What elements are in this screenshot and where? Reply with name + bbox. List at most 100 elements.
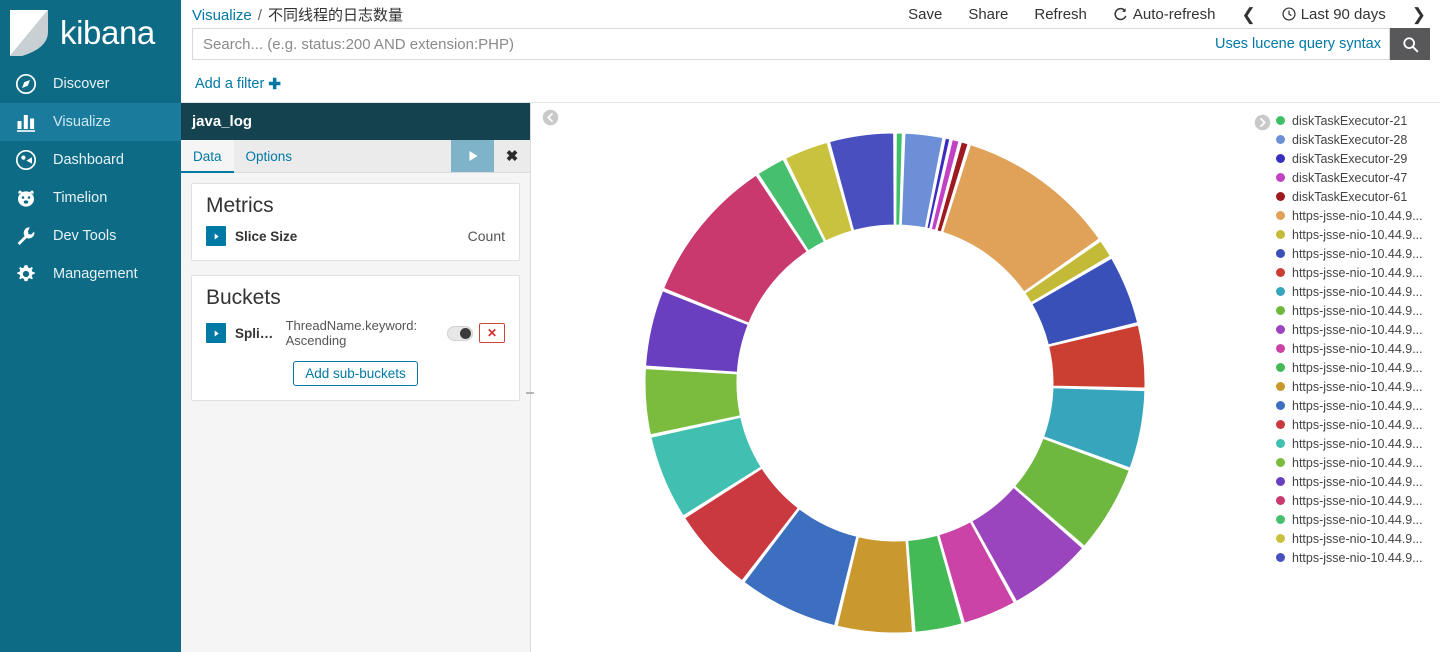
delete-x-icon[interactable]: ✕ bbox=[479, 323, 505, 344]
sidebar-item-visualize[interactable]: Visualize bbox=[0, 103, 181, 141]
sidebar-item-dev-tools[interactable]: Dev Tools bbox=[0, 217, 181, 255]
legend-color-swatch bbox=[1276, 116, 1285, 125]
time-prev-button[interactable]: ❮ bbox=[1228, 6, 1268, 23]
legend-item[interactable]: https-jsse-nio-10.44.9... bbox=[1276, 358, 1440, 377]
legend-item[interactable]: diskTaskExecutor-29 bbox=[1276, 149, 1440, 168]
bucket-agg-row[interactable]: Split S... ThreadName.keyword: Ascending… bbox=[206, 318, 505, 349]
auto-refresh-button[interactable]: Auto-refresh bbox=[1100, 6, 1229, 23]
legend-item[interactable]: https-jsse-nio-10.44.9... bbox=[1276, 434, 1440, 453]
editor-tab-bar: Data Options ✖ bbox=[181, 140, 530, 173]
expand-right-icon[interactable] bbox=[1254, 114, 1271, 131]
breadcrumb: Visualize / 不同线程的日志数量 bbox=[192, 4, 403, 25]
caret-right-icon[interactable] bbox=[206, 226, 226, 246]
legend-color-swatch bbox=[1276, 287, 1285, 296]
legend-item[interactable]: https-jsse-nio-10.44.9... bbox=[1276, 472, 1440, 491]
tab-data[interactable]: Data bbox=[181, 140, 234, 173]
legend-item[interactable]: https-jsse-nio-10.44.9... bbox=[1276, 548, 1440, 567]
time-range-label: Last 90 days bbox=[1300, 5, 1386, 23]
legend-color-swatch bbox=[1276, 268, 1285, 277]
legend-item[interactable]: https-jsse-nio-10.44.9... bbox=[1276, 396, 1440, 415]
legend-color-swatch bbox=[1276, 325, 1285, 334]
bucket-agg-label: Split S... bbox=[235, 325, 277, 341]
legend-item-label: https-jsse-nio-10.44.9... bbox=[1292, 436, 1423, 451]
legend-item-label: https-jsse-nio-10.44.9... bbox=[1292, 474, 1423, 489]
legend-item[interactable]: https-jsse-nio-10.44.9... bbox=[1276, 282, 1440, 301]
delete-label: ✕ bbox=[486, 326, 498, 341]
donut-chart[interactable] bbox=[635, 98, 1155, 652]
legend-item[interactable]: https-jsse-nio-10.44.9... bbox=[1276, 244, 1440, 263]
legend-item-label: https-jsse-nio-10.44.9... bbox=[1292, 284, 1423, 299]
add-filter-button[interactable]: Add a filter ✚ bbox=[195, 75, 281, 93]
chevron-left-icon: ❮ bbox=[1241, 4, 1256, 24]
legend-item-label: diskTaskExecutor-61 bbox=[1292, 189, 1408, 204]
lucene-syntax-link[interactable]: Uses lucene query syntax bbox=[1207, 36, 1389, 52]
legend-item[interactable]: diskTaskExecutor-28 bbox=[1276, 130, 1440, 149]
metric-agg-row[interactable]: Slice Size Count bbox=[206, 226, 505, 246]
legend-item[interactable]: https-jsse-nio-10.44.9... bbox=[1276, 529, 1440, 548]
legend-color-swatch bbox=[1276, 249, 1285, 258]
toggle-switch-icon[interactable] bbox=[447, 325, 473, 341]
legend-color-swatch bbox=[1276, 306, 1285, 315]
bucket-agg-actions: ✕ bbox=[447, 323, 505, 344]
legend-item[interactable]: diskTaskExecutor-21 bbox=[1276, 111, 1440, 130]
legend-item[interactable]: https-jsse-nio-10.44.9... bbox=[1276, 491, 1440, 510]
tab-options-label: Options bbox=[245, 148, 293, 164]
legend-color-swatch bbox=[1276, 553, 1285, 562]
legend-color-swatch bbox=[1276, 382, 1285, 391]
drag-dots-icon[interactable] bbox=[521, 382, 539, 404]
editor-agg-list: Metrics Slice Size Count Buckets Split S… bbox=[181, 173, 530, 652]
time-next-button[interactable]: ❯ bbox=[1399, 6, 1430, 23]
sidebar-item-discover[interactable]: Discover bbox=[0, 65, 181, 103]
legend-item[interactable]: https-jsse-nio-10.44.9... bbox=[1276, 377, 1440, 396]
legend-color-swatch bbox=[1276, 515, 1285, 524]
visualization-workspace: java_log Data Options ✖ Metrics Slice Si… bbox=[181, 103, 1440, 652]
sidebar-item-timelion[interactable]: Timelion bbox=[0, 179, 181, 217]
metrics-title: Metrics bbox=[206, 194, 274, 217]
legend-item[interactable]: https-jsse-nio-10.44.9... bbox=[1276, 320, 1440, 339]
bucket-agg-description: ThreadName.keyword: Ascending bbox=[285, 318, 418, 349]
time-range-button[interactable]: Last 90 days bbox=[1269, 6, 1399, 23]
plus-icon: ✚ bbox=[268, 76, 281, 93]
legend-item[interactable]: https-jsse-nio-10.44.9... bbox=[1276, 510, 1440, 529]
legend-color-swatch bbox=[1276, 363, 1285, 372]
apply-changes-button[interactable] bbox=[451, 140, 494, 172]
breadcrumb-separator: / bbox=[257, 6, 262, 24]
tab-data-label: Data bbox=[193, 148, 222, 164]
legend-item[interactable]: https-jsse-nio-10.44.9... bbox=[1276, 206, 1440, 225]
main-content: Visualize / 不同线程的日志数量 Save Share Refresh bbox=[181, 0, 1440, 652]
sidebar-item-dashboard[interactable]: Dashboard bbox=[0, 141, 181, 179]
save-button[interactable]: Save bbox=[895, 6, 955, 23]
legend-color-swatch bbox=[1276, 458, 1285, 467]
metrics-card: Metrics Slice Size Count bbox=[191, 183, 520, 261]
legend-item[interactable]: https-jsse-nio-10.44.9... bbox=[1276, 415, 1440, 434]
breadcrumb-root[interactable]: Visualize bbox=[192, 7, 252, 24]
legend-item[interactable]: https-jsse-nio-10.44.9... bbox=[1276, 301, 1440, 320]
tab-options[interactable]: Options bbox=[234, 140, 305, 172]
legend-item[interactable]: https-jsse-nio-10.44.9... bbox=[1276, 339, 1440, 358]
refresh-button[interactable]: Refresh bbox=[1021, 6, 1100, 23]
buckets-card: Buckets Split S... ThreadName.keyword: A… bbox=[191, 275, 520, 401]
add-sub-buckets-button[interactable]: Add sub-buckets bbox=[293, 360, 418, 386]
sidebar-item-management[interactable]: Management bbox=[0, 255, 181, 293]
legend-item[interactable]: https-jsse-nio-10.44.9... bbox=[1276, 263, 1440, 282]
share-button[interactable]: Share bbox=[955, 6, 1021, 23]
legend-item-label: https-jsse-nio-10.44.9... bbox=[1292, 322, 1423, 337]
legend-item[interactable]: diskTaskExecutor-47 bbox=[1276, 168, 1440, 187]
legend-item-list: diskTaskExecutor-21 diskTaskExecutor-28 di… bbox=[1276, 111, 1440, 567]
caret-right-icon[interactable] bbox=[206, 323, 226, 344]
legend-color-swatch bbox=[1276, 534, 1285, 543]
vis-title-bar: java_log bbox=[181, 103, 530, 140]
legend-item[interactable]: https-jsse-nio-10.44.9... bbox=[1276, 225, 1440, 244]
legend-item[interactable]: https-jsse-nio-10.44.9... bbox=[1276, 453, 1440, 472]
discard-changes-button[interactable]: ✖ bbox=[494, 140, 530, 172]
legend-item-label: https-jsse-nio-10.44.9... bbox=[1292, 208, 1423, 223]
kibana-logo-icon bbox=[8, 8, 54, 58]
legend-item-label: diskTaskExecutor-29 bbox=[1292, 151, 1408, 166]
legend-color-swatch bbox=[1276, 401, 1285, 410]
legend-item[interactable]: diskTaskExecutor-61 bbox=[1276, 187, 1440, 206]
query-input-wrapper: Uses lucene query syntax bbox=[192, 28, 1390, 60]
search-input[interactable] bbox=[193, 29, 1207, 59]
collapse-left-icon[interactable] bbox=[542, 109, 559, 126]
legend-item-label: diskTaskExecutor-47 bbox=[1292, 170, 1408, 185]
search-submit-button[interactable] bbox=[1390, 28, 1430, 60]
